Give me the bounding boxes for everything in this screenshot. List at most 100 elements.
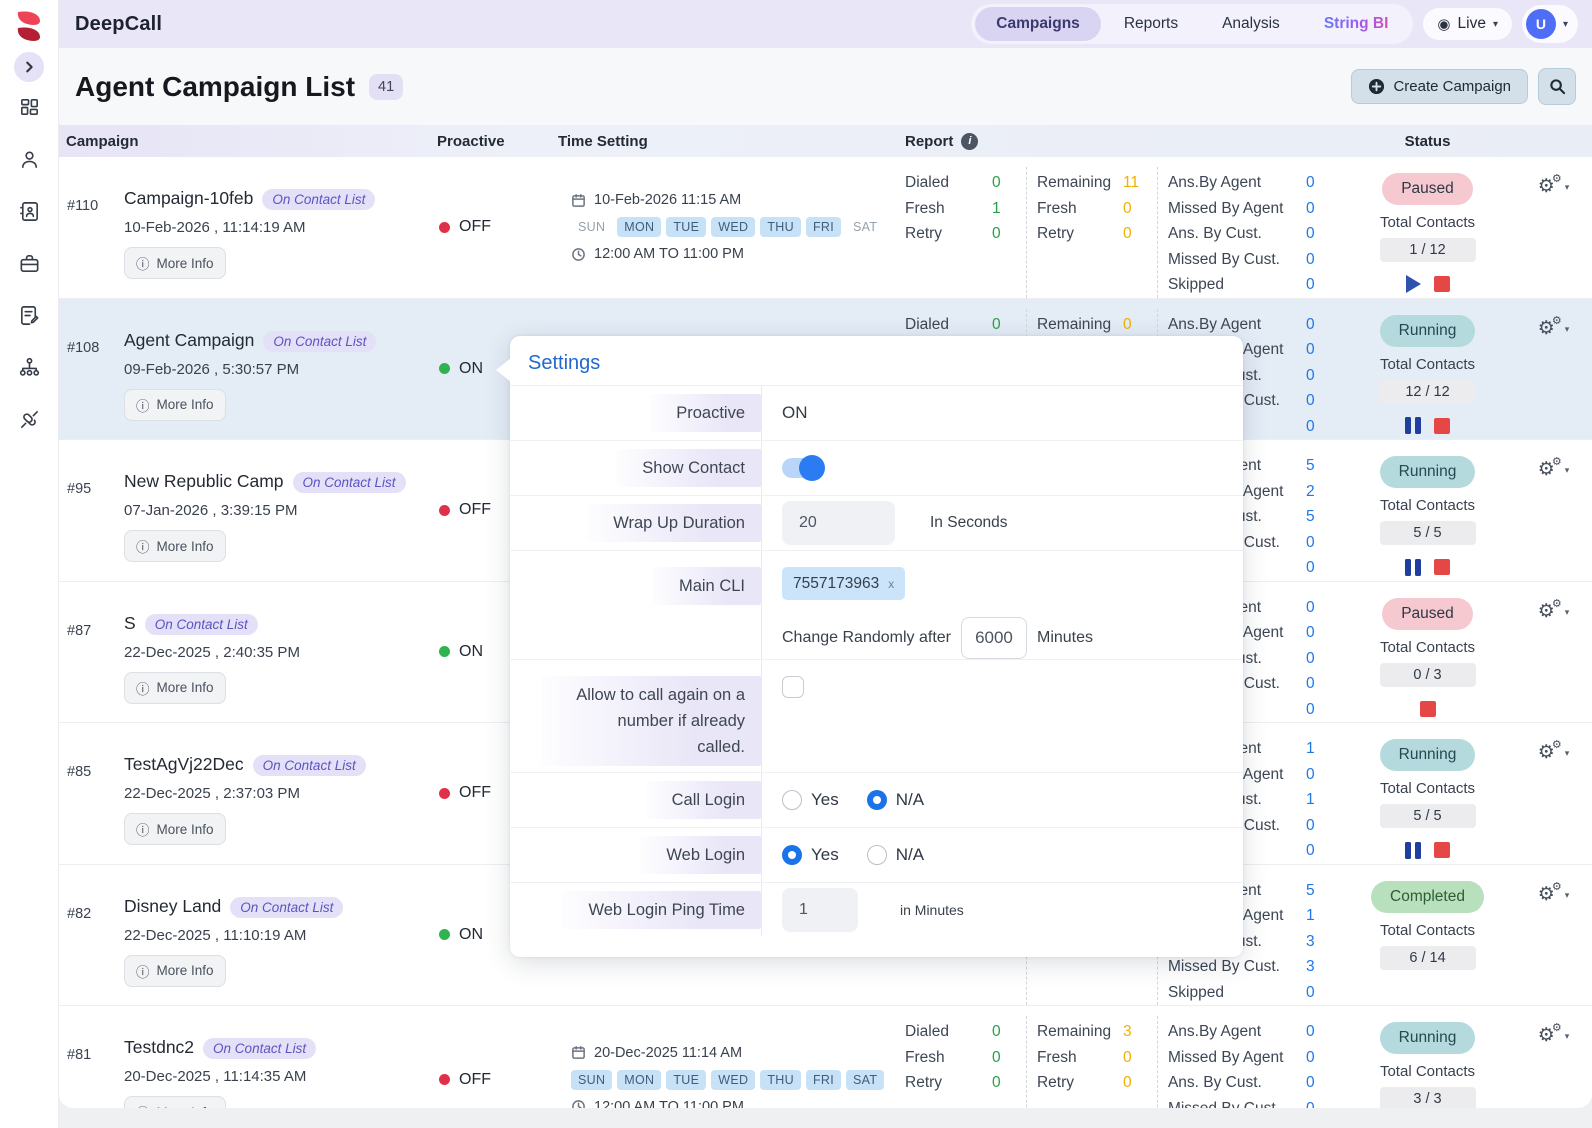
info-icon: ⓘ <box>136 540 150 555</box>
campaign-created-date: 09-Feb-2026 , 5:30:57 PM <box>124 360 300 378</box>
tab-reports[interactable]: Reports <box>1103 7 1199 41</box>
radio-option-na[interactable]: N/A <box>866 845 924 865</box>
row-settings-menu[interactable]: ⚙ ⚙ ▾ <box>1515 1006 1592 1045</box>
report-line: Skipped0 <box>1167 983 1315 1001</box>
status-controls <box>1405 275 1450 293</box>
briefcase-icon[interactable] <box>18 252 41 275</box>
dashboard-grid-icon[interactable] <box>18 96 41 119</box>
more-info-button[interactable]: ⓘMore Info <box>124 813 226 845</box>
status-controls <box>1405 841 1450 859</box>
row-settings-menu[interactable]: ⚙ ⚙ ▾ <box>1515 157 1592 196</box>
day-chip: THU <box>760 1069 801 1090</box>
campaign-created-date: 10-Feb-2026 , 11:14:19 AM <box>124 219 306 236</box>
sidebar-expand-button[interactable] <box>14 52 44 82</box>
create-campaign-button[interactable]: Create Campaign <box>1351 69 1528 104</box>
time-setting-cell: 20-Dec-2025 11:14 AM SUN MON TUE WED THU FRI S… <box>558 1006 895 1108</box>
note-edit-icon[interactable] <box>18 304 41 327</box>
integration-plug-icon[interactable] <box>18 408 41 431</box>
proactive-state: OFF <box>459 501 491 519</box>
contact-book-icon[interactable] <box>18 200 41 223</box>
more-info-button[interactable]: ⓘMore Info <box>124 1096 226 1108</box>
gear-small-icon: ⚙ <box>1551 597 1562 610</box>
report-line: Ans.By Agent0 <box>1167 1023 1315 1040</box>
total-contacts-count: 6 / 14 <box>1379 945 1476 970</box>
pause-button[interactable] <box>1405 417 1421 434</box>
stop-button[interactable] <box>1434 559 1450 575</box>
campaign-created-date: 07-Jan-2026 , 3:39:15 PM <box>124 502 298 519</box>
gear-small-icon: ⚙ <box>1551 1022 1562 1034</box>
report-line: Fresh 0 <box>1036 199 1132 217</box>
status-cell: Running Total Contacts 5 / 5 <box>1340 440 1515 576</box>
report-agent-group: Ans.By Agent0 Missed By Agent0 Ans. By Cus… <box>1156 1016 1340 1108</box>
user-icon[interactable] <box>18 148 41 171</box>
contact-list-badge: On Contact List <box>262 189 376 210</box>
main-cli-chip: 7557173963 x <box>782 567 906 600</box>
more-info-button[interactable]: ⓘMore Info <box>124 954 226 987</box>
total-contacts-label: Total Contacts <box>1379 921 1476 939</box>
row-settings-menu[interactable]: ⚙ ⚙ ▾ <box>1515 440 1592 479</box>
play-button[interactable] <box>1405 275 1421 293</box>
row-settings-menu[interactable]: ⚙ ⚙ ▾ <box>1515 865 1592 904</box>
live-dropdown[interactable]: ◉ Live ▾ <box>1423 8 1512 40</box>
report-info-icon[interactable]: i <box>961 132 979 150</box>
radio-option-yes[interactable]: Yes <box>782 790 839 810</box>
live-label: Live <box>1457 15 1486 32</box>
user-menu[interactable]: U ▾ <box>1521 5 1578 43</box>
wrap-up-input[interactable] <box>782 501 895 545</box>
org-chart-icon[interactable] <box>18 356 41 379</box>
report-line: Ans.By Agent0 <box>1167 315 1315 333</box>
day-chip: WED <box>711 1069 756 1090</box>
stop-button[interactable] <box>1434 417 1450 434</box>
deepcall-logo-icon <box>17 11 40 41</box>
stop-button[interactable] <box>1433 276 1450 292</box>
search-button[interactable] <box>1538 68 1576 105</box>
allow-again-checkbox[interactable] <box>782 676 804 698</box>
change-randomly-unit: Minutes <box>1036 629 1094 646</box>
time-range: 12:00 AM TO 11:00 PM <box>594 246 744 263</box>
report-line: Fresh 0 <box>1036 1048 1132 1066</box>
wrap-up-label: Wrap Up Duration <box>587 504 761 542</box>
report-line: Fresh 1 <box>905 199 1001 217</box>
stop-button[interactable] <box>1434 842 1450 858</box>
report-cell: Dialed 0 Fresh 1 Retry 0 Remaining 11 Fresh 0 Ret… <box>895 157 1340 298</box>
tab-analysis[interactable]: Analysis <box>1201 7 1301 41</box>
day-chip: THU <box>760 217 801 238</box>
pause-button[interactable] <box>1405 558 1421 576</box>
tab-campaigns[interactable]: Campaigns <box>975 7 1101 41</box>
chip-remove-icon[interactable]: x <box>888 577 894 591</box>
report-cell: Dialed 0 Fresh 0 Retry 0 Remaining 3 Fresh 0 Retr… <box>895 1006 1340 1108</box>
more-info-button[interactable]: ⓘMore Info <box>124 671 226 704</box>
ping-input[interactable] <box>782 887 858 932</box>
total-contacts-count: 5 / 5 <box>1379 521 1476 545</box>
stop-button[interactable] <box>1419 700 1436 717</box>
proactive-dot <box>439 787 450 799</box>
campaign-count-badge: 41 <box>369 73 404 100</box>
row-settings-menu[interactable]: ⚙ ⚙ ▾ <box>1515 582 1592 621</box>
report-line: Dialed 0 <box>905 315 1001 333</box>
more-info-button[interactable]: ⓘMore Info <box>124 247 226 279</box>
row-settings-menu[interactable]: ⚙ ⚙ ▾ <box>1515 723 1592 762</box>
show-contact-toggle[interactable] <box>782 455 825 481</box>
tab-string-bi[interactable]: String BI <box>1303 7 1410 41</box>
call-login-label: Call Login <box>645 781 761 819</box>
change-randomly-input[interactable] <box>960 617 1027 659</box>
pause-button[interactable] <box>1405 841 1421 859</box>
settings-row-ping: Web Login Ping Time in Minutes <box>510 882 1243 936</box>
live-dot-icon: ◉ <box>1437 15 1451 33</box>
more-info-button[interactable]: ⓘMore Info <box>124 530 226 562</box>
campaign-created-date: 22-Dec-2025 , 2:37:03 PM <box>124 785 300 802</box>
radio-option-yes[interactable]: Yes <box>782 845 839 865</box>
row-settings-menu[interactable]: ⚙ ⚙ ▾ <box>1515 299 1592 338</box>
change-randomly-label: Change Randomly after <box>782 629 951 646</box>
chevron-down-icon: ▾ <box>1564 889 1570 900</box>
sidebar <box>0 0 59 1128</box>
more-info-button[interactable]: ⓘMore Info <box>124 388 226 421</box>
report-line: Dialed 0 <box>905 174 1001 191</box>
day-chip: SUN <box>578 220 606 235</box>
table-header: Campaign Proactive Time Setting Report i… <box>59 125 1592 157</box>
radio-option-na[interactable]: N/A <box>866 790 924 810</box>
day-chip: FRI <box>805 1069 841 1090</box>
report-dialed-group: Dialed 0 Fresh 0 Retry 0 <box>895 1016 1026 1108</box>
report-line: Retry 0 <box>1036 1074 1132 1091</box>
header-report: Report i <box>895 132 1340 150</box>
